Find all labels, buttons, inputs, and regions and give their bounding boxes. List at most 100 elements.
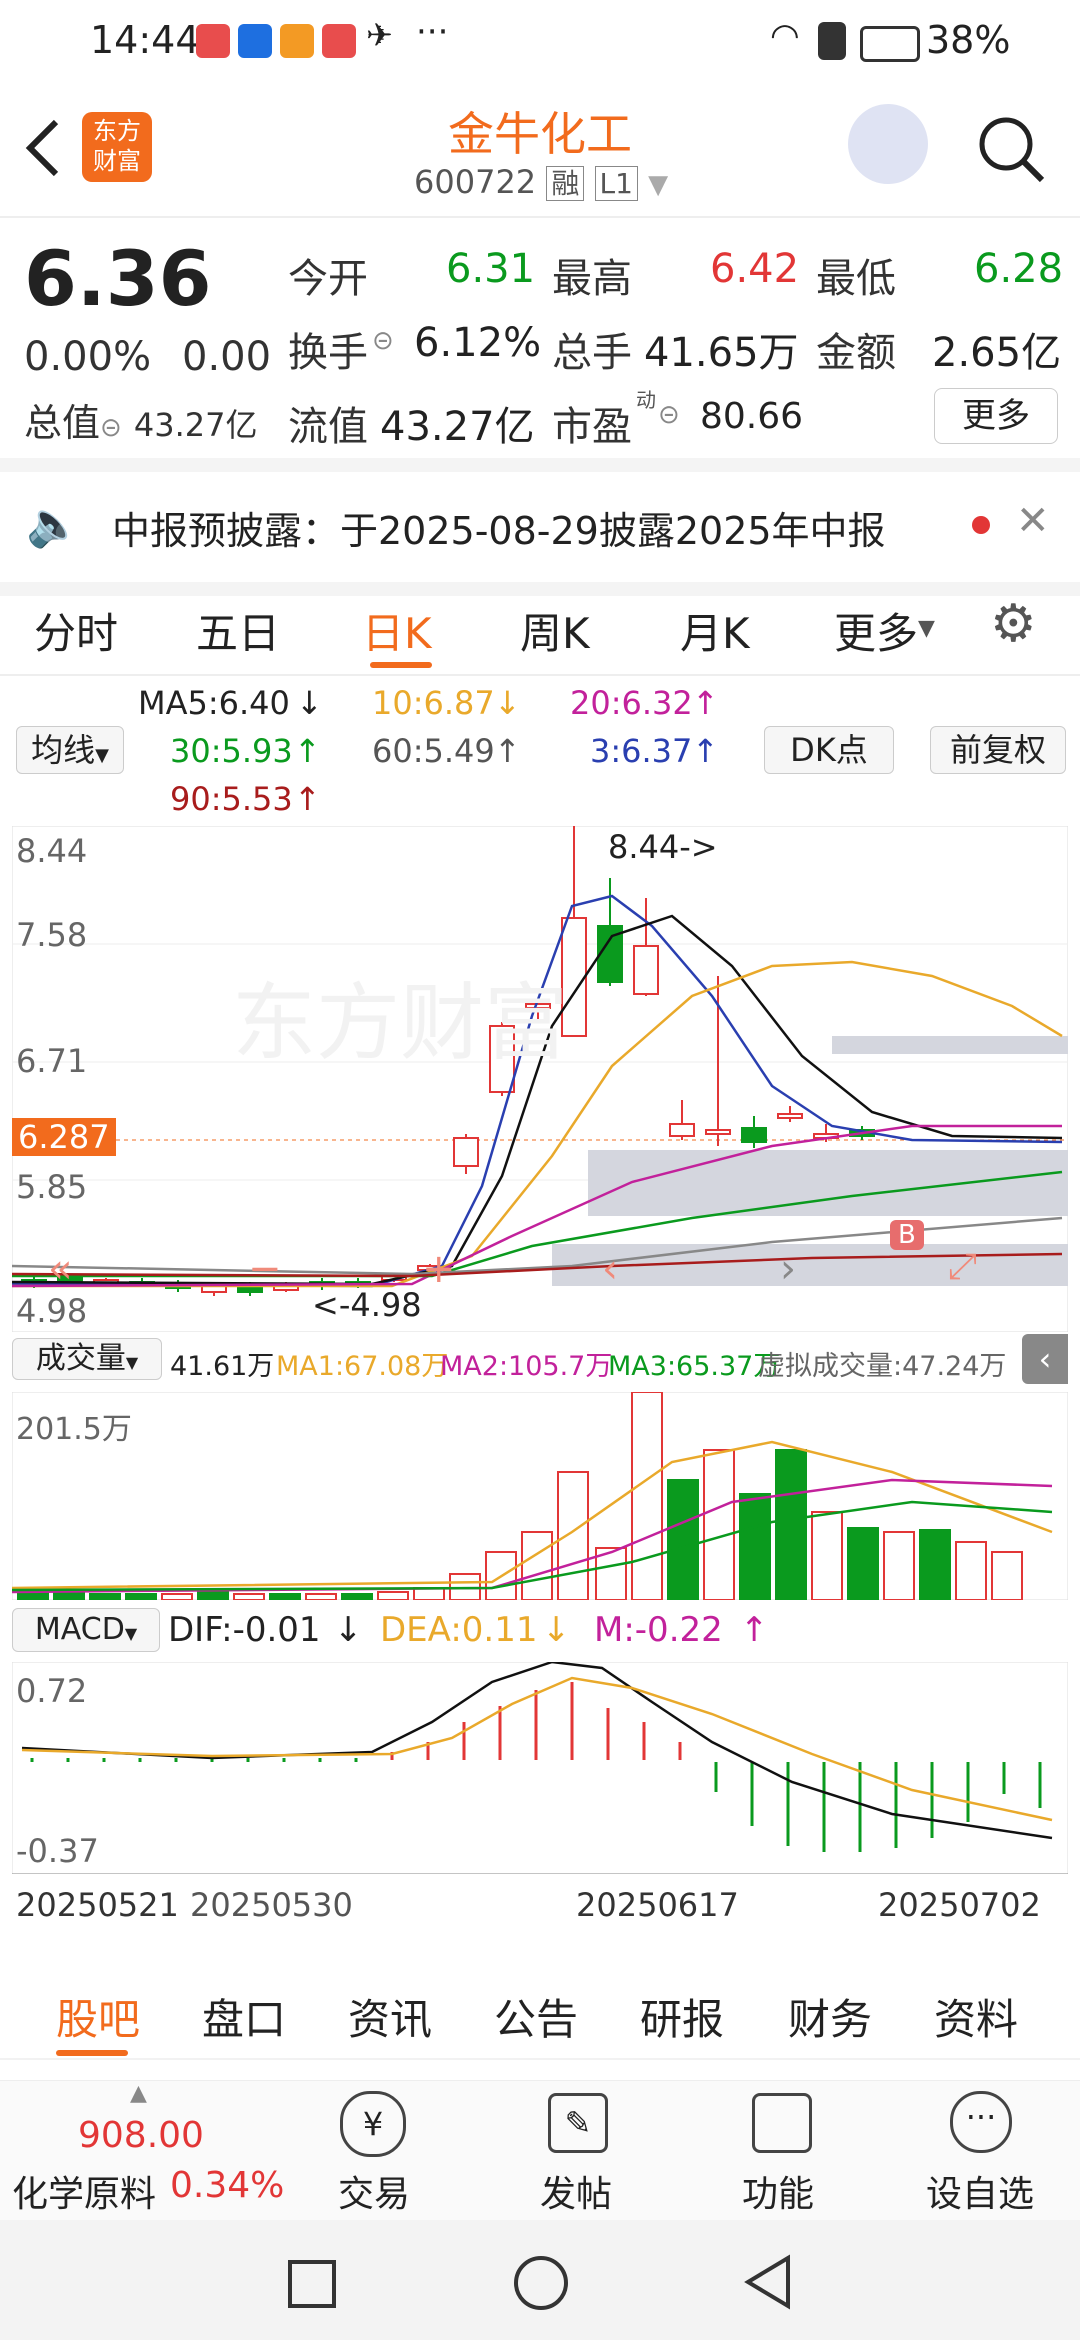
ma5-value: MA5:6.40 <box>138 684 290 722</box>
tab-intraday[interactable]: 分时 <box>34 600 118 661</box>
quote-panel: 6.36 0.00% 0.00 总值⊝ 43.27亿 今开 6.31 最高 6.… <box>0 216 1080 456</box>
news-notification-icon <box>322 24 356 58</box>
tab-daily-k[interactable]: 日K <box>362 600 432 661</box>
tab-research[interactable]: 研报 <box>640 1986 724 2047</box>
info-icon[interactable]: ⊝ <box>100 413 122 443</box>
adjust-button[interactable]: 前复权 <box>930 726 1066 774</box>
leaf-notification-icon: ✈ <box>366 16 393 54</box>
more-dots-icon[interactable]: ··· <box>950 2091 1012 2153</box>
trade-icon[interactable]: ¥ <box>340 2091 406 2157</box>
volume-bar <box>557 1471 589 1600</box>
ma5-down-arrow-icon: ↓ <box>296 684 323 722</box>
zoom-in-icon[interactable]: + <box>422 1246 456 1292</box>
search-icon[interactable] <box>976 114 1048 186</box>
dk-point-button[interactable]: DK点 <box>764 726 894 774</box>
open-value: 6.31 <box>446 246 536 292</box>
more-button[interactable]: 更多 <box>934 388 1058 444</box>
features-button[interactable]: 功能 <box>742 2165 814 2217</box>
tab-announcements[interactable]: 公告 <box>494 1986 578 2047</box>
gear-icon[interactable]: ⚙ <box>990 594 1037 654</box>
buy-marker[interactable]: B <box>890 1220 924 1250</box>
ma30-up-arrow-icon: ↑ <box>294 732 321 770</box>
macd-chart[interactable]: 0.72 -0.37 <box>12 1662 1068 1874</box>
index-value[interactable]: 908.00 <box>78 2115 204 2156</box>
y-tick-4: 5.85 <box>16 1168 88 1206</box>
volume-chart[interactable]: 201.5万 <box>12 1392 1068 1600</box>
volume-bar <box>197 1591 229 1600</box>
pe-info-icon[interactable]: ⊝ <box>658 400 680 430</box>
tab-forum[interactable]: 股吧 <box>56 1986 140 2047</box>
status-bar: 14:44 ✈ ··· ◠ 38% <box>0 0 1080 84</box>
stock-code: 600722 <box>414 163 537 201</box>
ma10-value: 10:6.87 <box>372 684 495 722</box>
kline-canvas[interactable]: 东方财富 <box>12 826 1068 1332</box>
current-price-tag: 6.287 <box>12 1118 116 1156</box>
date-2: 20250530 <box>190 1886 353 1924</box>
chart-prev-icon[interactable]: ‹ <box>602 1246 618 1292</box>
tab-monthly-k[interactable]: 月K <box>680 600 750 661</box>
volume-bar <box>17 1591 49 1600</box>
tab-five-day[interactable]: 五日 <box>196 600 280 661</box>
float-label: 流值 <box>288 404 368 450</box>
status-time: 14:44 <box>90 18 200 62</box>
volume-bar <box>775 1449 807 1600</box>
index-expand-icon[interactable]: ▲ <box>130 2081 147 2106</box>
features-grid-icon[interactable] <box>752 2093 812 2153</box>
kline-chart[interactable]: 东方财富 8.44 7.58 6.71 5.85 4.98 6.287 8.44… <box>12 826 1068 1332</box>
tab-news[interactable]: 资讯 <box>348 1986 432 2047</box>
volume-bar <box>305 1593 337 1600</box>
close-icon[interactable]: ✕ <box>1016 498 1050 544</box>
stock-code-line: 600722 融 L1 ▼ <box>414 162 668 202</box>
low-annotation: <-4.98 <box>312 1286 422 1324</box>
back-nav-icon[interactable] <box>742 2254 794 2310</box>
date-3: 20250617 <box>576 1886 739 1924</box>
video-notification-icon <box>280 24 314 58</box>
candle-body <box>741 1127 767 1143</box>
index-name[interactable]: 化学原料 <box>12 2165 156 2217</box>
home-icon[interactable] <box>514 2256 568 2310</box>
notice-bar[interactable]: 🔈 中报预披露：于2025-08-29披露2025年中报 ✕ <box>0 458 1080 596</box>
ma20-up-arrow-icon: ↑ <box>692 684 719 722</box>
dropdown-icon[interactable]: ▼ <box>648 170 668 200</box>
ma10-down-arrow-icon: ↓ <box>494 684 521 722</box>
unread-dot-icon <box>972 516 990 534</box>
date-4: 20250702 <box>878 1886 1041 1924</box>
more-notifications-icon: ··· <box>416 12 449 52</box>
trade-button[interactable]: 交易 <box>338 2165 410 2217</box>
candle-body <box>777 1113 803 1119</box>
chart-left-arrow-icon[interactable]: « <box>48 1246 72 1292</box>
fullscreen-icon[interactable]: ⤢ <box>948 1246 977 1288</box>
volume-bar <box>847 1527 879 1600</box>
chart-next-icon[interactable]: › <box>780 1246 796 1292</box>
tab-financials[interactable]: 财务 <box>788 1986 872 2047</box>
tab-profile[interactable]: 资料 <box>934 1986 1018 2047</box>
candle-body <box>705 1129 731 1135</box>
float-value: 43.27亿 <box>380 404 535 450</box>
tab-more[interactable]: 更多 <box>834 600 918 661</box>
tab-weekly-k[interactable]: 周K <box>520 600 590 661</box>
market-cap-row: 总值⊝ 43.27亿 <box>24 392 258 447</box>
volume-selector[interactable]: 成交量▼ <box>12 1338 162 1380</box>
tab-order-book[interactable]: 盘口 <box>202 1986 286 2047</box>
candle-body <box>453 1137 479 1167</box>
ma-selector[interactable]: 均线▼ <box>16 726 124 774</box>
macd-selector[interactable]: MACD▼ <box>12 1608 160 1652</box>
add-watchlist-button[interactable]: 设自选 <box>926 2165 1034 2217</box>
volume-ma2: MA2:105.7万 <box>440 1351 613 1382</box>
more-dropdown-icon[interactable]: ▼ <box>918 616 935 641</box>
low-label: 最低 <box>816 256 896 302</box>
recents-icon[interactable] <box>288 2260 336 2308</box>
ma60-value: 60:5.49 <box>372 732 495 770</box>
collapse-panel-icon[interactable]: ‹ <box>1022 1334 1068 1384</box>
post-icon[interactable]: ✎ <box>548 2093 608 2153</box>
robot-assistant-icon[interactable] <box>848 104 928 184</box>
post-button[interactable]: 发帖 <box>540 2165 612 2217</box>
candle-body <box>669 1123 695 1137</box>
volume-bar <box>955 1541 987 1600</box>
zoom-out-icon[interactable]: − <box>248 1246 282 1292</box>
index-change[interactable]: 0.34% <box>170 2165 284 2206</box>
macd-legend: MACD▼ DIF:-0.01 ↓ DEA:0.11 ↓ M:-0.22 ↑ <box>12 1604 1068 1654</box>
volume-bar <box>125 1593 157 1600</box>
notice-text: 中报预披露：于2025-08-29披露2025年中报 <box>112 509 886 553</box>
turnover-info-icon[interactable]: ⊝ <box>372 326 394 356</box>
